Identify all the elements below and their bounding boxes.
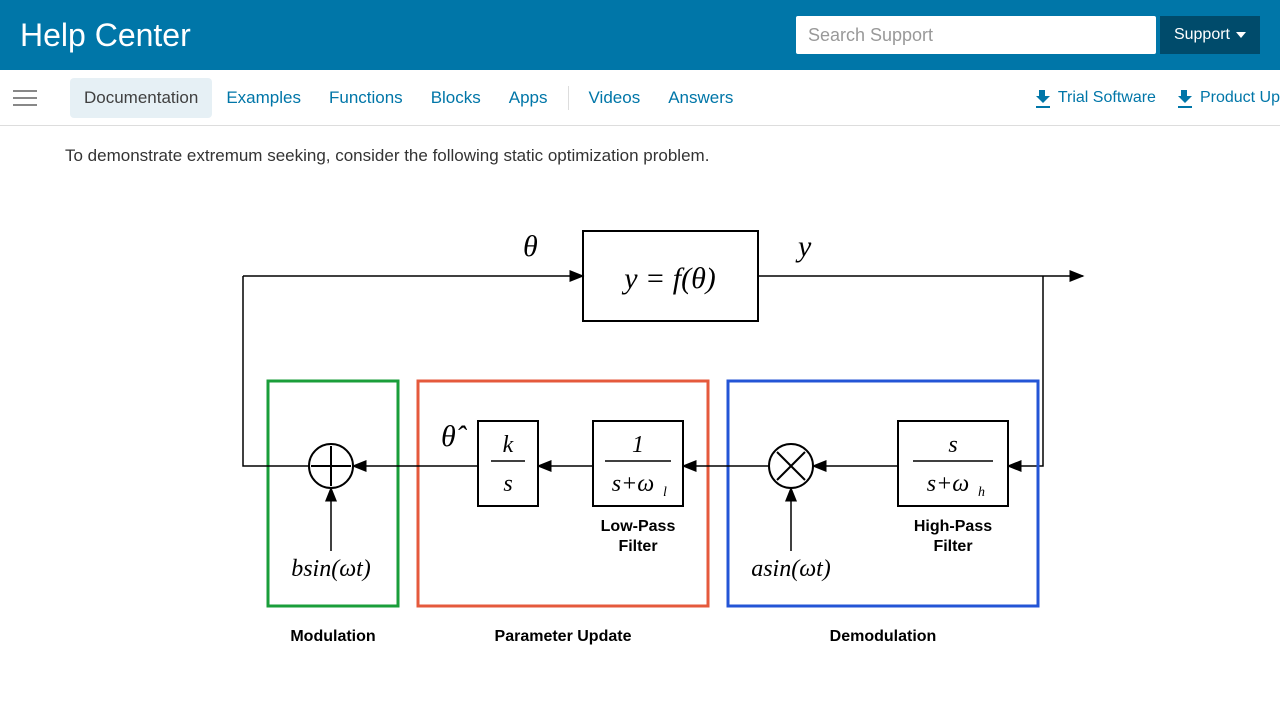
- updates-label: Product Up: [1200, 89, 1280, 107]
- search-input[interactable]: [796, 16, 1156, 54]
- chevron-down-icon: [1236, 32, 1246, 38]
- hpf-label2: Filter: [933, 538, 972, 555]
- y-signal-label: y: [795, 230, 812, 263]
- theta-hat-label: θ̂: [441, 420, 468, 453]
- hamburger-icon[interactable]: [0, 90, 50, 106]
- tab-blocks[interactable]: Blocks: [417, 78, 495, 118]
- nav-bar: Documentation Examples Functions Blocks …: [0, 70, 1280, 126]
- demod-signal-label: asin(ωt): [751, 556, 831, 582]
- trial-label: Trial Software: [1058, 89, 1156, 107]
- support-dropdown[interactable]: Support: [1160, 16, 1260, 54]
- lpf-num: 1: [632, 432, 644, 458]
- lpf-den: s+ω: [611, 471, 653, 497]
- hpf-den: s+ω: [926, 471, 968, 497]
- tab-apps[interactable]: Apps: [495, 78, 562, 118]
- tab-divider: [568, 86, 569, 110]
- support-label: Support: [1174, 26, 1230, 44]
- int-den: s: [503, 471, 512, 497]
- block-diagram: y = f(θ) θ y s s+ω h High-Pass: [213, 196, 1093, 696]
- download-icon: [1036, 90, 1050, 106]
- product-updates-link[interactable]: Product Up: [1178, 89, 1280, 107]
- brand-title: Help Center: [20, 17, 796, 54]
- lpf-label2: Filter: [618, 538, 657, 555]
- demodulation-caption: Demodulation: [829, 628, 936, 645]
- content-region: To demonstrate extremum seeking, conside…: [0, 126, 1280, 716]
- tab-videos[interactable]: Videos: [575, 78, 655, 118]
- tab-answers[interactable]: Answers: [654, 78, 747, 118]
- parameter-caption: Parameter Update: [494, 628, 631, 645]
- tab-functions[interactable]: Functions: [315, 78, 417, 118]
- tab-examples[interactable]: Examples: [212, 78, 315, 118]
- modulation-caption: Modulation: [290, 628, 375, 645]
- tab-documentation[interactable]: Documentation: [70, 78, 212, 118]
- mod-signal-label: bsin(ωt): [291, 556, 371, 582]
- promo-links: Trial Software Product Up: [1036, 89, 1280, 107]
- hpf-label1: High-Pass: [913, 518, 991, 535]
- intro-text: To demonstrate extremum seeking, conside…: [65, 146, 1240, 166]
- theta-signal-label: θ: [523, 230, 538, 263]
- trial-software-link[interactable]: Trial Software: [1036, 89, 1156, 107]
- hpf-sub: h: [978, 485, 985, 500]
- lpf-sub: l: [663, 485, 667, 500]
- wire-sum-up: [243, 276, 309, 466]
- download-icon: [1178, 90, 1192, 106]
- lpf-label1: Low-Pass: [600, 518, 675, 535]
- tabs-container: Documentation Examples Functions Blocks …: [50, 78, 1036, 118]
- header-bar: Help Center Support: [0, 0, 1280, 70]
- hpf-num: s: [948, 432, 957, 458]
- int-num: k: [502, 432, 513, 458]
- function-block-label: y = f(θ): [621, 262, 716, 295]
